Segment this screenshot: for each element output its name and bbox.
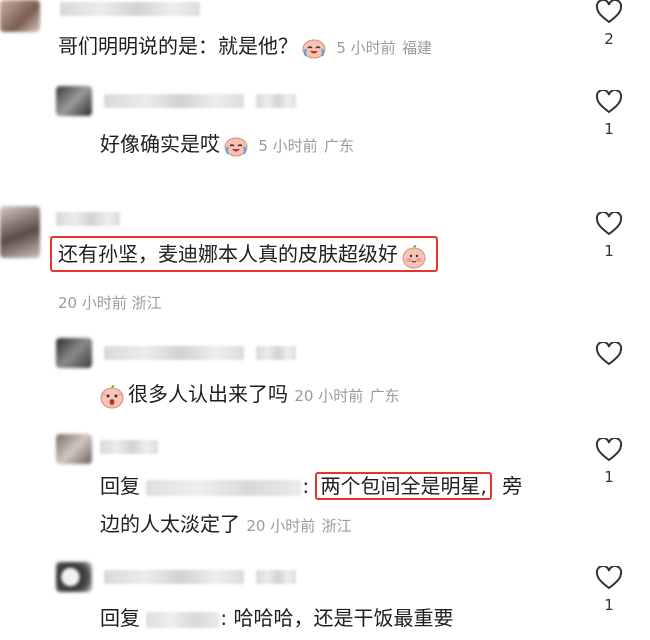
mentioned-user[interactable] <box>146 479 303 496</box>
crying-laughing-icon <box>223 135 249 157</box>
comment-time: 5 小时前 <box>336 39 396 57</box>
username[interactable] <box>60 2 200 16</box>
like-button[interactable]: 1 <box>594 438 624 486</box>
separator: : <box>302 474 310 498</box>
like-button[interactable]: 2 <box>594 0 624 48</box>
reply-prefix: 回复 <box>100 474 140 498</box>
mentioned-user[interactable] <box>146 611 221 628</box>
comment-text-row: 好像确实是哎 5 小时前 广东 <box>100 130 354 160</box>
crying-laughing-icon <box>301 37 327 59</box>
avatar[interactable] <box>56 434 92 464</box>
highlighted-comment-text: 两个包间全是明星, <box>315 472 492 500</box>
comment-time: 20 小时前 <box>294 387 364 405</box>
like-count: 1 <box>604 242 614 260</box>
comment-text: 边的人太淡定了 <box>100 512 240 536</box>
shocked-peach-icon <box>99 384 125 408</box>
avatar[interactable] <box>56 338 92 368</box>
avatar[interactable] <box>0 0 40 32</box>
like-button[interactable] <box>594 342 624 366</box>
comment-location: 广东 <box>324 137 355 155</box>
comment-text: 哥们明明说的是：就是他？ <box>58 34 298 58</box>
comment-text: 好像确实是哎 <box>100 132 220 156</box>
like-count: 1 <box>604 120 614 138</box>
heart-icon <box>595 212 623 236</box>
avatar[interactable] <box>56 562 92 592</box>
comment-time: 20 小时前 <box>246 517 316 535</box>
comment-text-row: 哥们明明说的是：就是他？ 5 小时前 福建 <box>58 32 432 62</box>
heart-icon <box>595 0 623 24</box>
comment-text: 旁 <box>502 474 523 498</box>
like-count: 2 <box>604 30 614 48</box>
reply-prefix: 回复 <box>100 606 140 630</box>
comment-text-row: 回复 : 哈哈哈，还是干饭最重要 <box>100 604 453 632</box>
blushing-peach-icon <box>401 244 427 268</box>
username[interactable] <box>104 94 244 108</box>
heart-icon <box>595 438 623 462</box>
heart-icon <box>595 342 623 366</box>
username[interactable] <box>56 212 120 226</box>
comment-location: 浙江 <box>321 517 352 535</box>
like-button[interactable]: 1 <box>594 90 624 138</box>
comment-text-row-2: 边的人太淡定了 20 小时前 浙江 <box>100 510 352 540</box>
comment-time: 20 小时前 <box>58 294 127 312</box>
heart-icon <box>595 90 623 114</box>
comment-text: : 哈哈哈，还是干饭最重要 <box>220 606 454 630</box>
username[interactable] <box>100 440 158 454</box>
like-count: 1 <box>604 468 614 486</box>
comment-text: 还有孙坚，麦迪娜本人真的皮肤超级好 <box>58 242 398 266</box>
comment-meta: 20 小时前 浙江 <box>58 292 162 313</box>
comment-location: 广东 <box>369 387 400 405</box>
comment-location: 福建 <box>402 39 433 57</box>
highlighted-comment-text: 还有孙坚，麦迪娜本人真的皮肤超级好 <box>50 236 438 272</box>
username[interactable] <box>104 346 244 360</box>
avatar[interactable] <box>56 86 92 116</box>
comment-text-row: 很多人认出来了吗 20 小时前 广东 <box>96 380 400 410</box>
like-count: 1 <box>604 596 614 614</box>
avatar[interactable] <box>0 206 40 258</box>
like-button[interactable]: 1 <box>594 212 624 260</box>
username[interactable] <box>104 570 244 584</box>
comment-text: 很多人认出来了吗 <box>128 382 288 406</box>
comment-location: 浙江 <box>131 294 162 312</box>
comment-text-row: 回复 : 两个包间全是明星, 旁 <box>100 472 522 500</box>
comment-time: 5 小时前 <box>258 137 318 155</box>
heart-icon <box>595 566 623 590</box>
like-button[interactable]: 1 <box>594 566 624 614</box>
